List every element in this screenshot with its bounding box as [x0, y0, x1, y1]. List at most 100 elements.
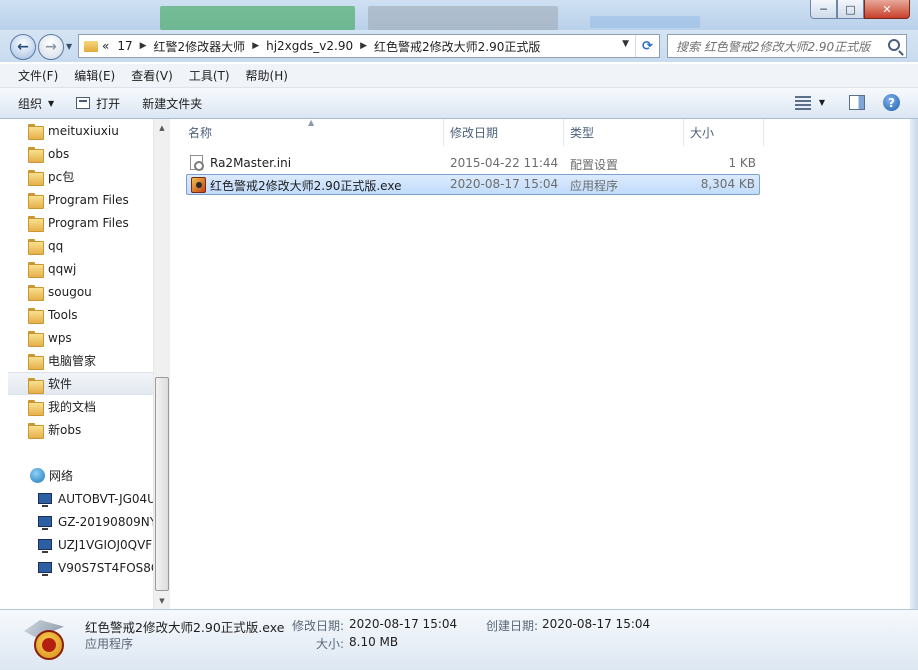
navigation-pane: meituxiuxiu obs pc包 Program Files Progra… [8, 119, 168, 609]
menu-help[interactable]: 帮助(H) [238, 67, 296, 84]
breadcrumb-item[interactable]: 17 [113, 35, 136, 57]
search-icon[interactable] [888, 39, 900, 51]
menu-bar: 文件(F) 编辑(E) 查看(V) 工具(T) 帮助(H) [0, 64, 918, 88]
back-button[interactable]: ← [10, 34, 36, 60]
menu-view[interactable]: 查看(V) [123, 67, 181, 84]
computer-icon [38, 562, 52, 576]
sidebar-item-folder[interactable]: 新obs [8, 418, 154, 441]
folder-icon [28, 354, 44, 370]
column-header-type[interactable]: 类型 [564, 119, 684, 146]
file-modified: 2015-04-22 11:44 [450, 156, 559, 170]
folder-label: wps [48, 330, 72, 345]
chevron-down-icon: ▼ [48, 98, 55, 108]
folder-label: sougou [48, 284, 92, 299]
details-size-value: 8.10 MB [349, 635, 399, 649]
folder-label: Program Files [48, 215, 129, 230]
window-edge [910, 119, 918, 609]
open-icon [76, 97, 91, 109]
file-name: 红色警戒2修改大师2.90正式版.exe [210, 179, 402, 193]
details-pane: 红色警戒2修改大师2.90正式版.exe 应用程序 修改日期: 2020-08-… [0, 609, 918, 670]
details-size-label: 大小: [316, 637, 345, 651]
computer-icon [38, 539, 52, 553]
column-header-size[interactable]: 大小 [684, 119, 764, 146]
sidebar-item-folder[interactable]: qq [8, 234, 154, 257]
folder-icon [28, 378, 44, 394]
breadcrumb-item[interactable]: 红警2修改器大师 [150, 35, 250, 57]
maximize-button[interactable]: □ [837, 0, 864, 19]
forward-button[interactable]: → [38, 34, 64, 60]
breadcrumb-item[interactable]: 红色警戒2修改大师2.90正式版 [370, 35, 544, 57]
folder-label: 软件 [48, 377, 73, 391]
menu-file[interactable]: 文件(F) [10, 67, 66, 84]
column-header-modified[interactable]: 修改日期 [444, 119, 564, 146]
sidebar-item-folder[interactable]: wps [8, 326, 154, 349]
sidebar-item-folder[interactable]: 电脑管家 [8, 349, 154, 372]
sidebar-item-folder[interactable]: meituxiuxiu [8, 119, 154, 142]
exe-file-icon [191, 177, 206, 193]
breadcrumb-item[interactable]: hj2xgds_v2.90 [262, 35, 357, 57]
preview-pane-icon[interactable] [849, 95, 865, 110]
organize-label: 组织 [18, 96, 43, 111]
details-modified-value: 2020-08-17 15:04 [349, 617, 458, 631]
column-header-name[interactable]: 名称 ▲ [172, 118, 444, 146]
computer-label: AUTOBVT-JG04U [58, 491, 154, 506]
ini-file-icon [190, 155, 204, 171]
computer-icon [38, 516, 52, 530]
menu-tools[interactable]: 工具(T) [181, 67, 238, 84]
chevron-right-icon[interactable]: ▶ [249, 41, 262, 51]
chevron-down-icon[interactable]: ▼ [819, 98, 825, 107]
minimize-button[interactable]: ─ [810, 0, 837, 19]
sidebar-item-computer[interactable]: V90S7ST4FOS8C [8, 556, 154, 579]
sidebar-item-folder[interactable]: Program Files [8, 211, 154, 234]
close-button[interactable]: ✕ [864, 0, 910, 19]
file-row[interactable]: Ra2Master.ini 2015-04-22 11:44 配置设置 1 KB [186, 153, 760, 174]
file-row-selected[interactable]: 红色警戒2修改大师2.90正式版.exe 2020-08-17 15:04 应用… [186, 174, 760, 195]
chevron-right-icon[interactable]: ▶ [137, 41, 150, 51]
address-bar[interactable]: « 17 ▶ 红警2修改器大师 ▶ hj2xgds_v2.90 ▶ 红色警戒2修… [78, 34, 660, 58]
file-type: 应用程序 [570, 179, 619, 193]
details-file-name: 红色警戒2修改大师2.90正式版.exe [85, 620, 285, 635]
file-type: 配置设置 [570, 158, 619, 172]
computer-label: UZJ1VGIOJ0QVF [58, 537, 153, 552]
sidebar-item-folder-selected[interactable]: 软件 [8, 372, 154, 395]
address-history-dropdown-icon[interactable]: ▼ [622, 39, 629, 49]
sidebar-item-folder[interactable]: Tools [8, 303, 154, 326]
sidebar-item-computer[interactable]: AUTOBVT-JG04U [8, 487, 154, 510]
sort-ascending-icon: ▲ [308, 118, 315, 127]
computer-label: V90S7ST4FOS8C [58, 560, 154, 575]
help-icon[interactable]: ? [883, 94, 900, 111]
recent-pages-dropdown-icon[interactable]: ▼ [66, 42, 76, 51]
sidebar-item-computer[interactable]: UZJ1VGIOJ0QVF [8, 533, 154, 556]
path-overflow-button[interactable]: « [98, 35, 113, 57]
organize-button[interactable]: 组织 ▼ [18, 95, 54, 112]
sidebar-scrollbar[interactable]: ▲ ▼ [153, 119, 170, 609]
column-label: 类型 [570, 126, 595, 140]
chevron-right-icon[interactable]: ▶ [357, 41, 370, 51]
sidebar-item-network[interactable]: 网络 [8, 464, 154, 487]
change-view-icon[interactable] [794, 95, 811, 110]
column-label: 修改日期 [450, 126, 499, 140]
scrollbar-thumb[interactable] [155, 377, 169, 591]
column-label: 名称 [188, 126, 213, 140]
file-size: 1 KB [728, 156, 756, 170]
folder-icon [28, 193, 44, 209]
folder-label: meituxiuxiu [48, 123, 119, 138]
sidebar-item-folder[interactable]: obs [8, 142, 154, 165]
menu-edit[interactable]: 编辑(E) [66, 67, 123, 84]
sidebar-item-folder[interactable]: Program Files [8, 188, 154, 211]
scroll-down-arrow-icon[interactable]: ▼ [154, 592, 170, 609]
search-input[interactable]: 搜索 红色警戒2修改大师2.90正式版 [667, 34, 907, 58]
sidebar-item-folder[interactable]: pc包 [8, 165, 154, 188]
sidebar-item-computer[interactable]: GZ-20190809NY [8, 510, 154, 533]
folder-label: 电脑管家 [48, 354, 97, 368]
file-size: 8,304 KB [700, 177, 755, 191]
new-folder-button[interactable]: 新建文件夹 [142, 95, 202, 112]
sidebar-item-folder[interactable]: qqwj [8, 257, 154, 280]
details-file-type: 应用程序 [85, 637, 134, 651]
open-button[interactable]: 打开 [76, 95, 120, 112]
sidebar-item-folder[interactable]: 我的文档 [8, 395, 154, 418]
scroll-up-arrow-icon[interactable]: ▲ [154, 119, 170, 136]
refresh-button[interactable]: ⟳ [635, 35, 659, 57]
file-modified: 2020-08-17 15:04 [450, 177, 559, 191]
sidebar-item-folder[interactable]: sougou [8, 280, 154, 303]
